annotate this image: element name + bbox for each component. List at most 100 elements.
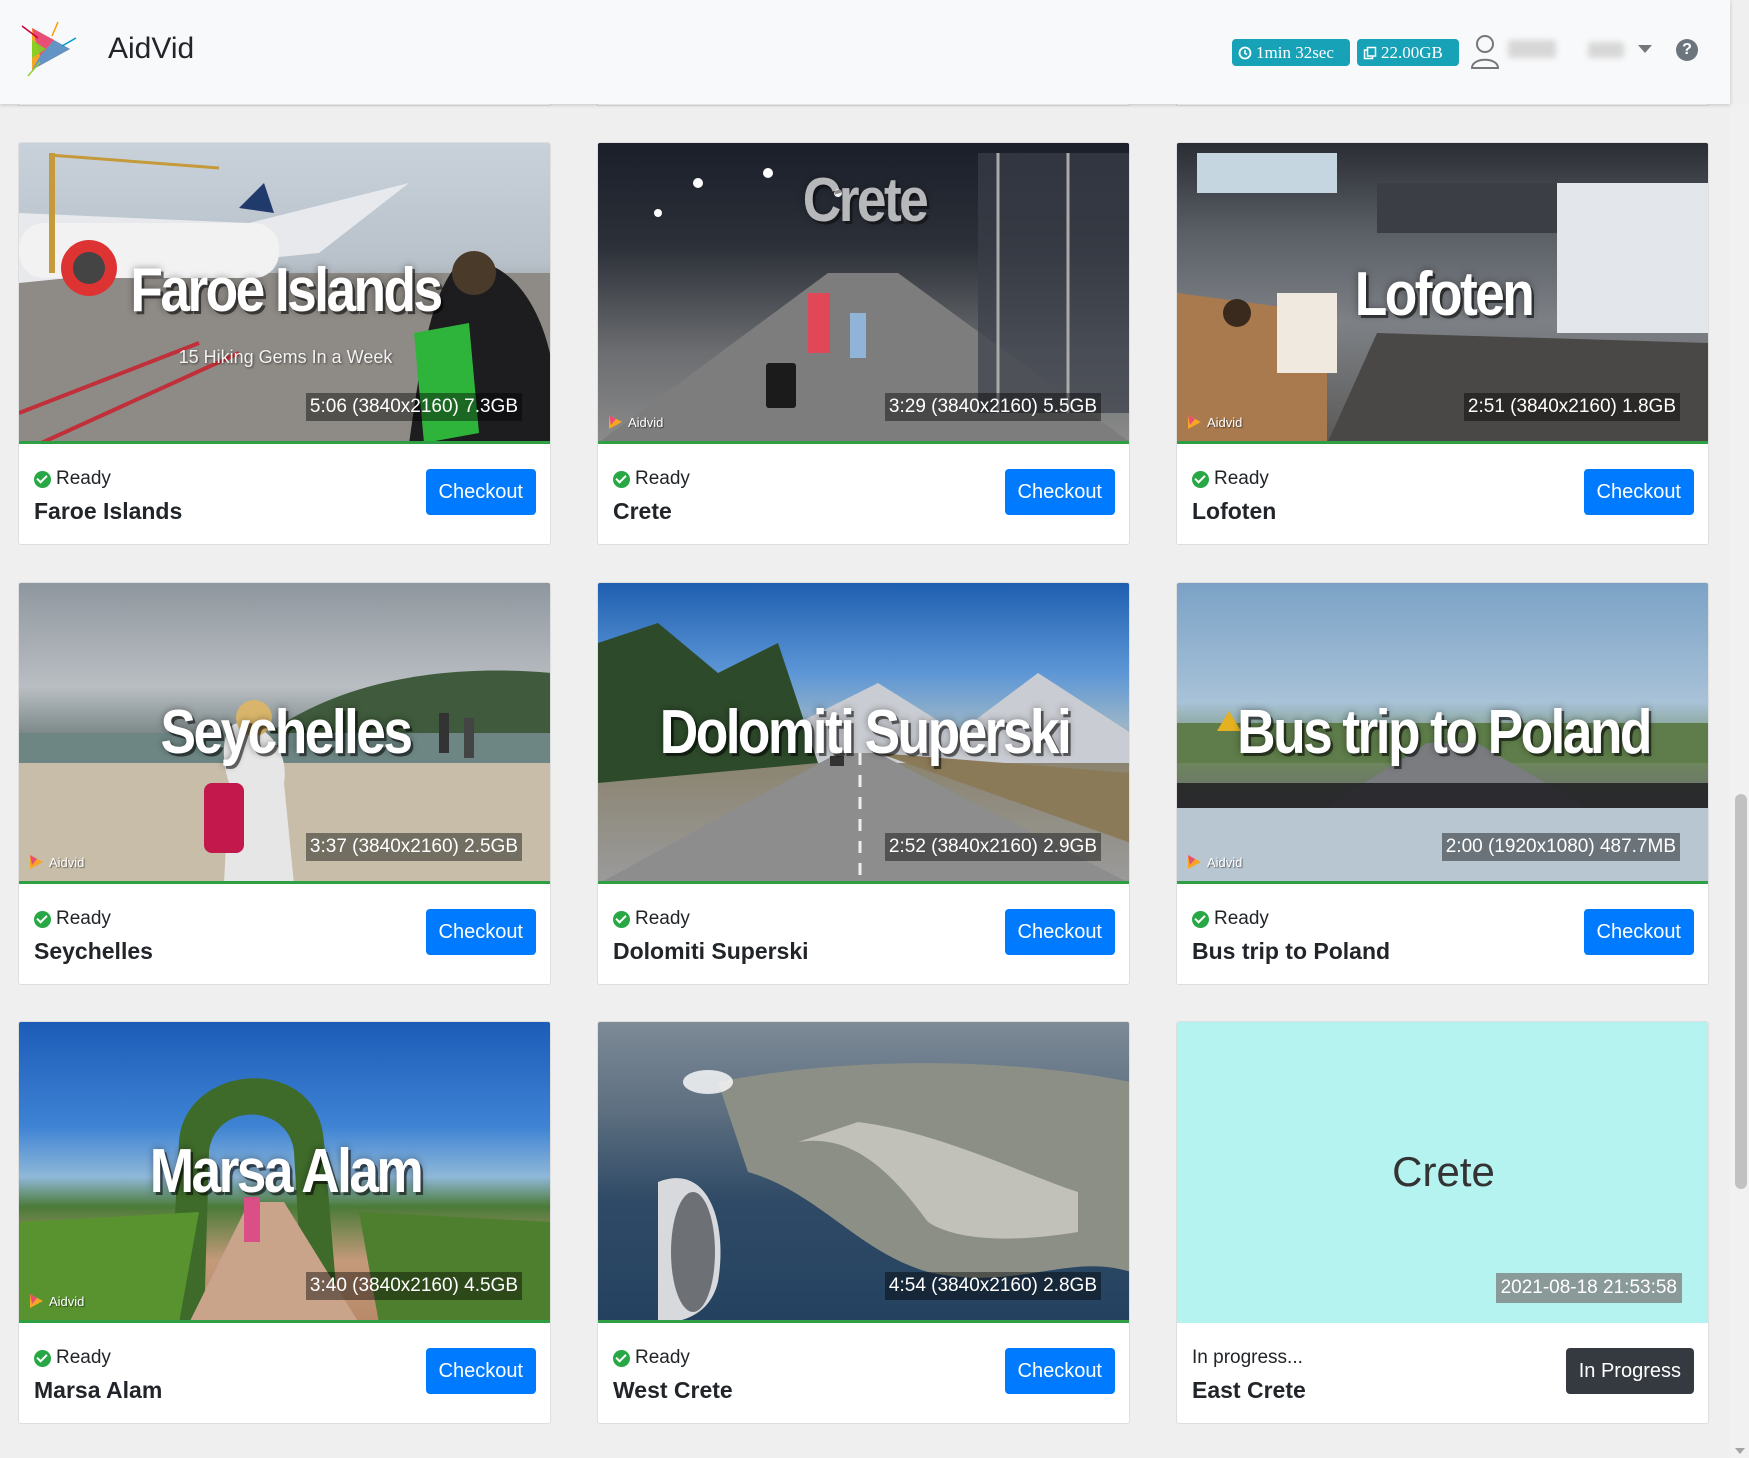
video-card: Lofoten Aidvid 2:51 (3840x2160) 1.8GB Re… <box>1176 142 1709 545</box>
check-circle-icon <box>34 1349 51 1367</box>
question-circle-icon[interactable]: ? <box>1676 39 1698 61</box>
video-meta: 3:29 (3840x2160) 5.5GB <box>884 393 1101 421</box>
status-indicator: Ready <box>34 908 111 930</box>
check-circle-icon <box>1192 910 1209 928</box>
check-circle-icon <box>34 910 51 928</box>
video-thumbnail[interactable]: Lofoten Aidvid 2:51 (3840x2160) 1.8GB <box>1177 143 1708 444</box>
video-name: Lofoten <box>1192 498 1277 524</box>
watermark: Aidvid <box>1185 413 1242 431</box>
video-meta: 2:52 (3840x2160) 2.9GB <box>884 833 1101 861</box>
video-thumbnail[interactable]: Seychelles Aidvid 3:37 (3840x2160) 2.5GB <box>19 583 550 884</box>
chevron-down-icon[interactable] <box>1638 45 1652 53</box>
video-card: Crete 2021-08-18 21:53:58 In progress...… <box>1176 1021 1709 1424</box>
checkout-button[interactable]: Checkout <box>425 469 536 515</box>
status-text: Ready <box>1214 468 1269 489</box>
status-indicator: Ready <box>613 908 690 930</box>
in-progress-button[interactable]: In Progress <box>1565 1348 1694 1394</box>
check-circle-icon <box>613 910 630 928</box>
clock-icon <box>1238 46 1252 59</box>
checkout-button[interactable]: Checkout <box>1583 469 1694 515</box>
video-card: Faroe Islands 15 Hiking Gems In a Week 5… <box>18 142 551 545</box>
checkout-button[interactable]: Checkout <box>425 1348 536 1394</box>
checkout-button[interactable]: Checkout <box>1004 1348 1115 1394</box>
video-card: Crete Aidvid 3:29 (3840x2160) 5.5GB Read… <box>597 142 1130 545</box>
checkout-button[interactable]: Checkout <box>1004 469 1115 515</box>
check-circle-icon <box>613 470 630 488</box>
video-thumbnail-placeholder: Crete 2021-08-18 21:53:58 <box>1177 1022 1708 1323</box>
overlay-title: Crete <box>802 166 929 235</box>
video-thumbnail[interactable]: Faroe Islands 15 Hiking Gems In a Week 5… <box>19 143 550 444</box>
watermark: Aidvid <box>1185 853 1242 871</box>
user-icon[interactable] <box>1469 33 1501 69</box>
overlay-title: Lofoten <box>1354 260 1535 329</box>
video-name: Dolomiti Superski <box>613 938 809 964</box>
render-time-badge: 1min 32sec <box>1232 39 1350 66</box>
video-card: Bus trip to Poland Aidvid 2:00 (1920x108… <box>1176 582 1709 985</box>
video-name: Marsa Alam <box>34 1377 163 1403</box>
placeholder-title: Crete <box>1392 1148 1495 1195</box>
scroll-down-arrow-icon[interactable] <box>1735 1448 1745 1454</box>
video-thumbnail[interactable]: Bus trip to Poland Aidvid 2:00 (1920x108… <box>1177 583 1708 884</box>
video-card: Marsa Alam Aidvid 3:40 (3840x2160) 4.5GB… <box>18 1021 551 1424</box>
video-name: Bus trip to Poland <box>1192 938 1391 964</box>
video-thumbnail[interactable]: Crete Aidvid 3:29 (3840x2160) 5.5GB <box>598 143 1129 444</box>
watermark: Aidvid <box>27 1292 84 1310</box>
check-circle-icon <box>34 470 51 488</box>
render-time-text: 1min 32sec <box>1256 43 1334 62</box>
check-circle-icon <box>1192 470 1209 488</box>
watermark-text: Aidvid <box>49 854 85 870</box>
video-meta: 3:37 (3840x2160) 2.5GB <box>305 833 522 861</box>
app-logo-icon[interactable] <box>18 18 80 80</box>
copy-icon <box>1363 46 1377 59</box>
app-logo-icon <box>1188 415 1201 429</box>
watermark: Aidvid <box>27 853 84 871</box>
status-indicator: Ready <box>1192 468 1269 490</box>
status-text: Ready <box>635 908 690 929</box>
watermark-text: Aidvid <box>628 414 664 430</box>
storage-text: 22.00GB <box>1381 43 1443 62</box>
app-logo-icon <box>30 1294 43 1308</box>
created-date: 2021-08-18 21:53:58 <box>1495 1273 1682 1303</box>
video-name: Seychelles <box>34 938 153 964</box>
overlay-title: Marsa Alam <box>149 1137 424 1206</box>
status-text: Ready <box>56 1347 111 1368</box>
scrollbar-thumb[interactable] <box>1735 794 1747 1189</box>
video-meta: 4:54 (3840x2160) 2.8GB <box>884 1272 1101 1300</box>
video-thumbnail[interactable]: Dolomiti Superski 2:52 (3840x2160) 2.9GB <box>598 583 1129 884</box>
video-card: 4:54 (3840x2160) 2.8GB Ready West Crete … <box>597 1021 1130 1424</box>
status-indicator: Ready <box>34 468 111 490</box>
video-name: Crete <box>613 498 672 524</box>
watermark: Aidvid <box>606 413 663 431</box>
video-card: Dolomiti Superski 2:52 (3840x2160) 2.9GB… <box>597 582 1130 985</box>
checkout-button[interactable]: Checkout <box>1583 909 1694 955</box>
watermark-text: Aidvid <box>49 1293 85 1309</box>
status-text: Ready <box>635 468 690 489</box>
status-text: Ready <box>56 468 111 489</box>
video-card: Seychelles Aidvid 3:37 (3840x2160) 2.5GB… <box>18 582 551 985</box>
status-text: In progress... <box>1192 1347 1303 1368</box>
overlay-title: Faroe Islands <box>130 256 443 325</box>
brand-name[interactable]: AidVid <box>108 32 194 66</box>
overlay-title: Bus trip to Poland <box>1237 698 1652 767</box>
status-indicator: Ready <box>613 1347 690 1369</box>
checkout-button[interactable]: Checkout <box>425 909 536 955</box>
status-text: Ready <box>635 1347 690 1368</box>
video-thumbnail[interactable]: Marsa Alam Aidvid 3:40 (3840x2160) 4.5GB <box>19 1022 550 1323</box>
account-blurred[interactable] <box>1588 42 1624 58</box>
video-name: Faroe Islands <box>34 498 183 524</box>
overlay-title: Seychelles <box>160 698 413 767</box>
status-indicator: Ready <box>1192 908 1269 930</box>
username-blurred[interactable] <box>1508 40 1556 58</box>
video-thumbnail[interactable]: 4:54 (3840x2160) 2.8GB <box>598 1022 1129 1323</box>
scrollbar[interactable] <box>1730 104 1749 1458</box>
video-meta: 3:40 (3840x2160) 4.5GB <box>305 1272 522 1300</box>
checkout-button[interactable]: Checkout <box>1004 909 1115 955</box>
check-circle-icon <box>613 1349 630 1367</box>
status-indicator: Ready <box>613 468 690 490</box>
watermark-text: Aidvid <box>1207 854 1243 870</box>
overlay-title: Dolomiti Superski <box>659 698 1072 767</box>
app-logo-icon <box>30 855 43 869</box>
navbar: AidVid 1min 32sec 22.00GB ? <box>0 0 1730 104</box>
watermark-text: Aidvid <box>1207 414 1243 430</box>
status-indicator: Ready <box>34 1347 111 1369</box>
